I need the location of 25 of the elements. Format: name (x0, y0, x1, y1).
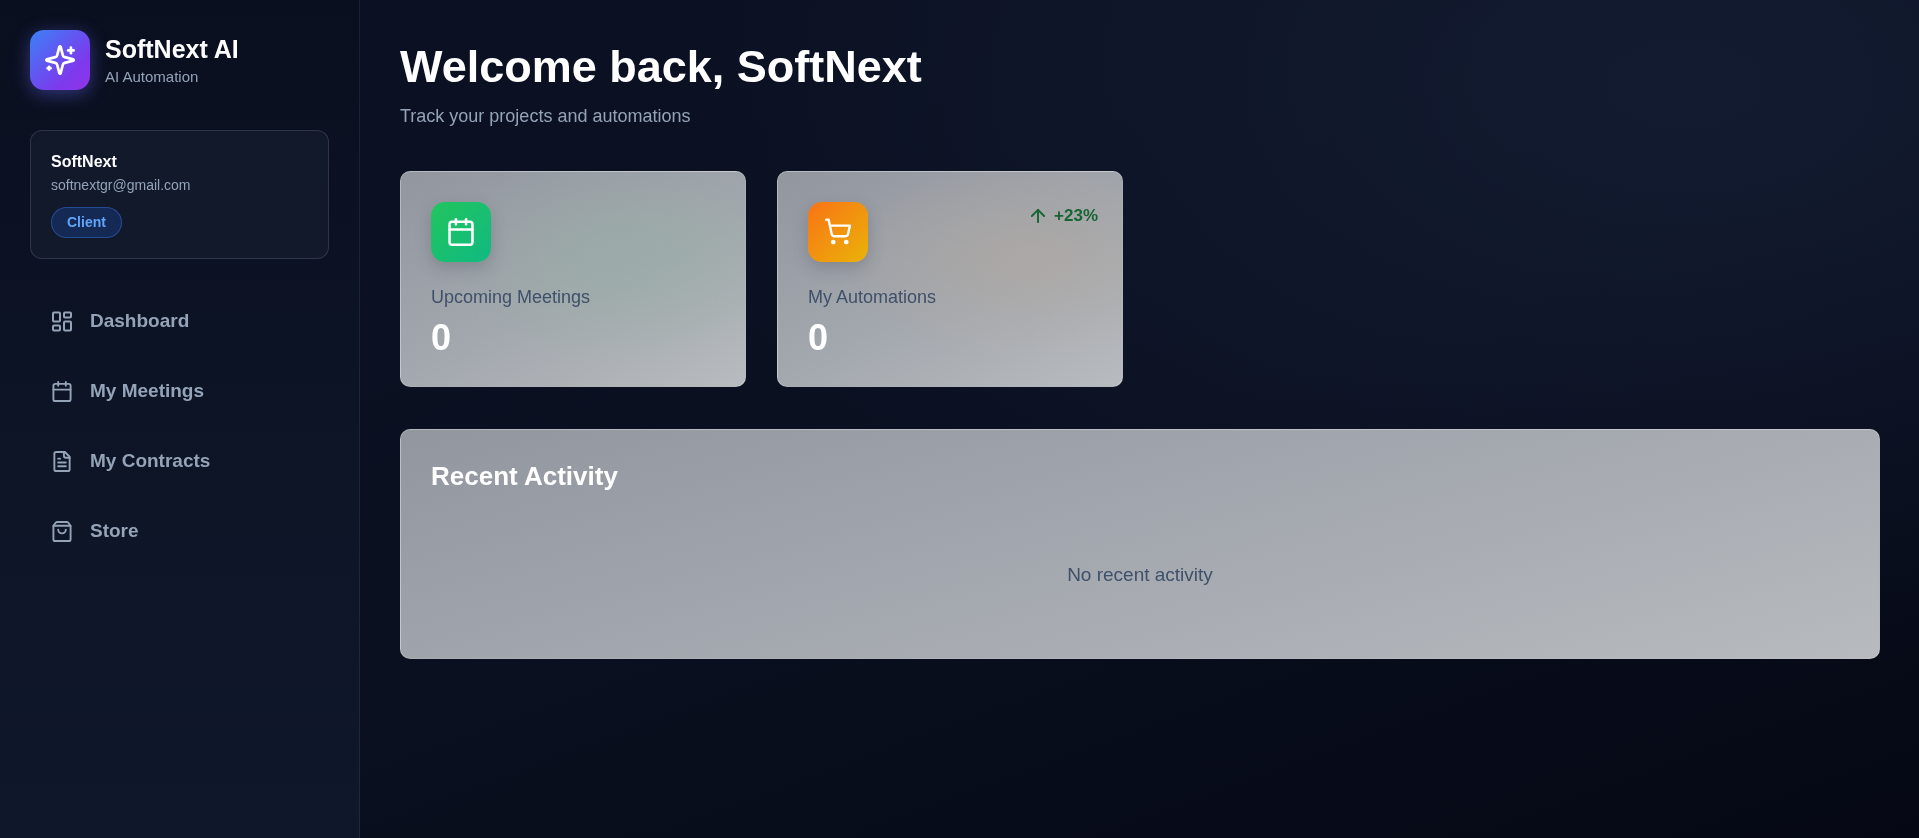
calendar-icon (431, 202, 491, 262)
nav-item[interactable]: My Contracts (30, 435, 329, 487)
nav-item[interactable]: My Meetings (30, 365, 329, 417)
app-name: SoftNext AI (105, 34, 239, 64)
stat-value: 0 (431, 316, 452, 360)
document-icon (52, 450, 72, 472)
sparkle-icon (30, 30, 90, 90)
stat-value: 0 (808, 316, 829, 360)
app-tagline: AI Automation (105, 67, 199, 86)
calendar-icon (52, 380, 72, 402)
role-badge: Client (51, 207, 122, 238)
empty-state-text: No recent activity (1067, 564, 1213, 585)
stat-label: Upcoming Meetings (431, 286, 591, 308)
grid-icon (52, 310, 72, 332)
nav-item[interactable]: Store (30, 505, 329, 557)
bag-icon (52, 520, 72, 542)
section-title: Recent Activity (431, 460, 618, 492)
page-subtitle: Track your projects and automations (400, 105, 691, 128)
stat-label: My Automations (808, 286, 937, 308)
user-name: SoftNext (51, 152, 117, 172)
trend-value: +23% (1054, 205, 1098, 227)
nav-item[interactable]: Dashboard (30, 295, 329, 347)
cart-icon (808, 202, 868, 262)
user-email: softnextgr@gmail.com (51, 176, 191, 195)
page-title: Welcome back, SoftNext (400, 40, 922, 94)
